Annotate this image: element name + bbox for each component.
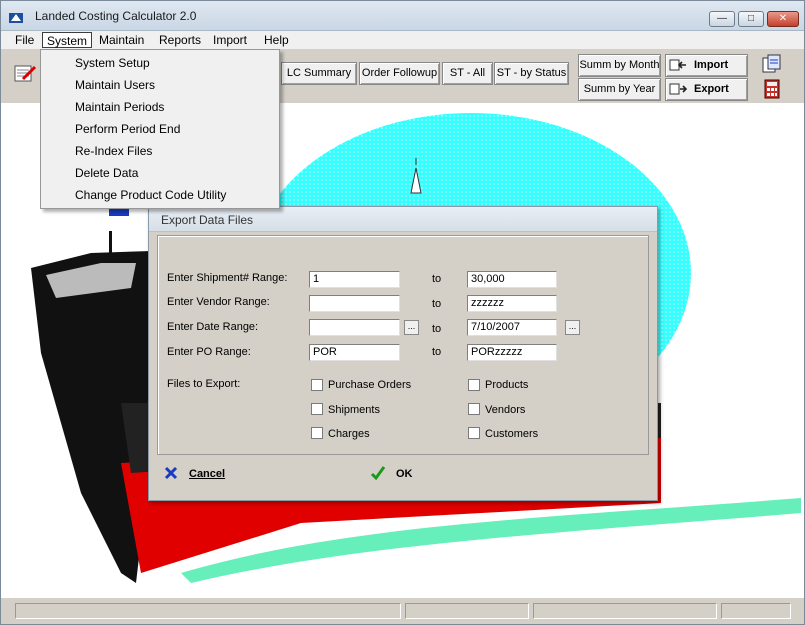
lc-summary-button[interactable]: LC Summary	[281, 62, 357, 85]
date-range-label: Enter Date Range:	[167, 321, 259, 333]
vendor-to-input[interactable]: zzzzzz	[467, 295, 557, 312]
customers-checkbox[interactable]	[468, 427, 480, 439]
status-cell-2	[405, 603, 529, 619]
checkmark-icon	[370, 466, 386, 481]
system-menu-dropdown: System Setup Maintain Users Maintain Per…	[40, 49, 280, 209]
po-range-label: Enter PO Range:	[167, 346, 251, 358]
documents-icon[interactable]	[761, 54, 783, 74]
menu-item-perform-period-end[interactable]: Perform Period End	[75, 119, 180, 139]
app-window: Landed Costing Calculator 2.0 — □ ✕ File…	[0, 0, 805, 625]
menu-item-reindex-files[interactable]: Re-Index Files	[75, 141, 152, 161]
date-to-input[interactable]: 7/10/2007	[467, 319, 557, 336]
ok-button[interactable]: OK	[370, 465, 430, 485]
po-to-input[interactable]: PORzzzzz	[467, 344, 557, 361]
menu-item-delete-data[interactable]: Delete Data	[75, 163, 138, 183]
products-label: Products	[485, 379, 529, 391]
purchase-orders-label: Purchase Orders	[328, 379, 412, 391]
date-from-picker-button[interactable]: ...	[404, 320, 419, 335]
window-title: Landed Costing Calculator 2.0	[35, 9, 197, 23]
shipments-label: Shipments	[328, 404, 380, 416]
to-label: to	[432, 298, 442, 310]
date-to-picker-button[interactable]: ...	[565, 320, 580, 335]
export-button[interactable]: Export	[665, 78, 748, 101]
vendors-checkbox[interactable]	[468, 403, 480, 415]
menu-maintain[interactable]: Maintain	[95, 32, 148, 48]
menu-system[interactable]: System	[42, 32, 93, 48]
minimize-button[interactable]: —	[709, 11, 735, 27]
summ-by-year-button[interactable]: Summ by Year	[578, 78, 661, 101]
summ-by-month-button[interactable]: Summ by Month	[578, 54, 661, 77]
to-label: to	[432, 346, 442, 358]
status-cell-main	[15, 603, 401, 619]
menu-file[interactable]: File	[11, 32, 38, 48]
shipment-range-label: Enter Shipment# Range:	[167, 272, 288, 284]
export-label: Export	[694, 83, 729, 95]
vendor-from-input[interactable]	[309, 295, 400, 312]
charges-label: Charges	[328, 428, 370, 440]
menu-import[interactable]: Import	[209, 32, 251, 48]
menu-help[interactable]: Help	[260, 32, 293, 48]
close-button[interactable]: ✕	[767, 11, 799, 27]
menu-item-change-product-code[interactable]: Change Product Code Utility	[75, 185, 226, 205]
ok-label: OK	[396, 468, 413, 480]
app-icon	[9, 13, 23, 23]
calculator-icon[interactable]	[764, 79, 780, 99]
to-label: to	[432, 273, 442, 285]
title-bar: Landed Costing Calculator 2.0 — □ ✕	[1, 1, 804, 31]
export-dialog: Export Data Files Enter Shipment# Range:…	[148, 206, 658, 501]
menu-reports[interactable]: Reports	[155, 32, 205, 48]
menu-bar: File System Maintain Reports Import Help	[1, 31, 804, 49]
status-cell-4	[721, 603, 791, 619]
purchase-orders-checkbox[interactable]	[311, 379, 323, 391]
order-followup-button[interactable]: Order Followup	[359, 62, 440, 85]
dialog-panel: Enter Shipment# Range: 1 to 30,000 Enter…	[157, 235, 649, 455]
menu-item-system-setup[interactable]: System Setup	[75, 53, 150, 73]
dialog-footer: Cancel OK	[157, 457, 649, 495]
products-checkbox[interactable]	[468, 379, 480, 391]
cancel-x-icon	[164, 466, 178, 480]
report-icon[interactable]	[13, 63, 39, 85]
import-button[interactable]: Import	[665, 54, 748, 77]
date-from-input[interactable]	[309, 319, 400, 336]
cancel-button[interactable]: Cancel	[163, 465, 243, 485]
status-cell-3	[533, 603, 717, 619]
vendors-label: Vendors	[485, 404, 526, 416]
st-by-status-button[interactable]: ST - by Status	[494, 62, 569, 85]
shipment-from-input[interactable]: 1	[309, 271, 400, 288]
dialog-title: Export Data Files	[161, 213, 254, 227]
files-to-export-label: Files to Export:	[167, 378, 241, 390]
vendor-range-label: Enter Vendor Range:	[167, 296, 270, 308]
import-icon	[669, 59, 686, 71]
to-label: to	[432, 323, 442, 335]
po-from-input[interactable]: POR	[309, 344, 400, 361]
export-icon	[669, 83, 687, 95]
status-bar	[1, 599, 804, 624]
dialog-title-bar: Export Data Files	[149, 207, 657, 232]
charges-checkbox[interactable]	[311, 427, 323, 439]
menu-item-maintain-periods[interactable]: Maintain Periods	[75, 97, 164, 117]
cancel-label: Cancel	[189, 468, 226, 480]
menu-item-maintain-users[interactable]: Maintain Users	[75, 75, 155, 95]
maximize-button[interactable]: □	[738, 11, 764, 27]
st-all-button[interactable]: ST - All	[442, 62, 493, 85]
customers-label: Customers	[485, 428, 539, 440]
shipments-checkbox[interactable]	[311, 403, 323, 415]
shipment-to-input[interactable]: 30,000	[467, 271, 557, 288]
import-label: Import	[694, 59, 729, 71]
